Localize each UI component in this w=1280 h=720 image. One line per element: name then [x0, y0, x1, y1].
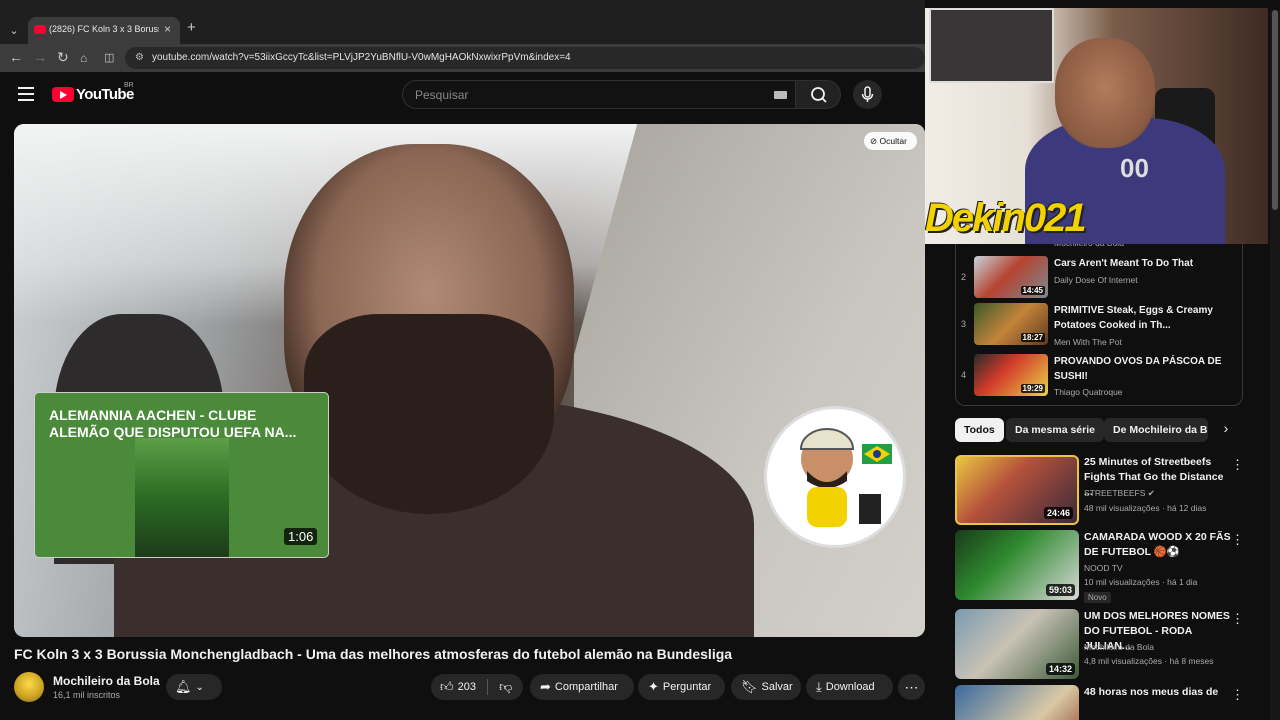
- more-actions-button[interactable]: ⋯: [898, 674, 925, 700]
- video-meta: 10 mil visualizações · há 1 dia: [1084, 577, 1198, 587]
- browser-toolbar: ← → ↻ ⌂ ◫ ⚙ youtube.com/watch?v=53iixGcc…: [0, 44, 925, 72]
- video-thumbnail: 24:46: [955, 455, 1079, 525]
- playlist-thumbnail: 18:27: [974, 303, 1048, 345]
- eye-off-icon: ⊘: [870, 136, 878, 146]
- channel-name[interactable]: Mochileiro da Bola: [53, 674, 160, 688]
- video-thumbnail: 14:32: [955, 609, 1079, 679]
- endscreen-channel-avatar[interactable]: [764, 406, 906, 548]
- new-tab-icon[interactable]: +: [187, 19, 196, 36]
- subscriber-count: 16,1 mil inscritos: [53, 690, 121, 700]
- more-horizontal-icon: ⋯: [904, 679, 919, 695]
- more-vertical-icon[interactable]: ⋮: [1231, 687, 1244, 703]
- playlist-item[interactable]: 2 14:45 Cars Aren't Meant To Do That Dai…: [956, 256, 1244, 304]
- streamer-logo-text: Dekin021: [925, 196, 1087, 240]
- recommended-video[interactable]: 48 horas nos meus dias de ⋮: [955, 685, 1245, 720]
- scrollbar-thumb[interactable]: [1272, 10, 1278, 210]
- bookmark-icon: 🔖︎: [741, 679, 758, 695]
- keyboard-icon[interactable]: [774, 91, 787, 99]
- chevron-down-icon: ⌄: [195, 682, 204, 693]
- video-player[interactable]: ⊘ Ocultar ALEMANNIA AACHEN - CLUBE ALEMÃ…: [14, 124, 925, 637]
- sparkle-icon: ✦: [648, 679, 659, 695]
- share-button[interactable]: ➦ Compartilhar: [530, 674, 634, 700]
- jersey-number: 00: [1120, 153, 1149, 183]
- video-thumbnail: 59:03: [955, 530, 1079, 600]
- chip-all[interactable]: Todos: [955, 418, 1004, 442]
- recommended-video[interactable]: 24:46 25 Minutes of Streetbeefs Fights T…: [955, 455, 1245, 527]
- thumbs-down-icon[interactable]: 👎︎: [499, 674, 512, 700]
- more-vertical-icon[interactable]: ⋮: [1231, 532, 1244, 548]
- video-channel: Mochileiro da Bola: [1084, 642, 1154, 652]
- download-button[interactable]: ⤓ Download: [806, 674, 893, 700]
- reload-icon[interactable]: ↻: [57, 49, 69, 66]
- forward-icon[interactable]: →: [33, 49, 47, 65]
- endcard-thumbnail: [135, 438, 229, 557]
- endcard-title: ALEMANNIA AACHEN - CLUBE ALEMÃO QUE DISP…: [49, 407, 297, 440]
- url-text: youtube.com/watch?v=53iixGccyTc&list=PLV…: [152, 52, 571, 63]
- more-vertical-icon[interactable]: ⋮: [1231, 611, 1244, 627]
- tab-list-chevron-icon[interactable]: ⌄: [4, 22, 24, 40]
- split-view-icon[interactable]: ◫: [104, 51, 114, 64]
- playlist-thumbnail: 14:45: [974, 256, 1048, 298]
- youtube-play-icon: [52, 87, 74, 102]
- like-button[interactable]: 👍︎ 203: [440, 679, 476, 694]
- playlist-panel: Mochileiro da Bola 2 14:45 Cars Aren't M…: [955, 236, 1243, 406]
- playlist-item[interactable]: 4 19:29 PROVANDO OVOS DA PÁSCOA DE SUSHI…: [956, 354, 1244, 402]
- search-button[interactable]: [795, 80, 841, 109]
- playlist-thumbnail: 19:29: [974, 354, 1048, 396]
- video-thumbnail: [955, 685, 1079, 720]
- download-icon: ⤓: [816, 679, 822, 695]
- wall-poster: [929, 8, 1054, 83]
- like-count: 203: [457, 681, 476, 693]
- video-meta: 48 mil visualizações · há 12 dias: [1084, 503, 1207, 513]
- chevron-right-icon[interactable]: ›: [1217, 420, 1235, 440]
- video-title: CAMARADA WOOD X 20 FÃS DE FUTEBOL 🏀⚽: [1084, 531, 1231, 558]
- site-info-icon[interactable]: ⚙: [135, 52, 144, 63]
- video-title: 48 horas nos meus dias de: [1084, 686, 1219, 698]
- address-bar[interactable]: ⚙ youtube.com/watch?v=53iixGccyTc&list=P…: [125, 47, 925, 69]
- playlist-item[interactable]: 3 18:27 PRIMITIVE Steak, Eggs & Creamy P…: [956, 303, 1244, 351]
- region-code: BR: [124, 82, 134, 89]
- new-badge: Novo: [1084, 592, 1111, 603]
- recommended-video[interactable]: 59:03 CAMARADA WOOD X 20 FÃS DE FUTEBOL …: [955, 530, 1245, 603]
- back-icon[interactable]: ←: [9, 49, 23, 65]
- search-input[interactable]: Pesquisar: [402, 80, 796, 109]
- ask-button[interactable]: ✦ Perguntar: [638, 674, 725, 700]
- cartoon-avatar-icon: [799, 428, 892, 527]
- tab-close-icon[interactable]: ×: [164, 22, 171, 36]
- video-channel: STREETBEEFS ✔: [1084, 488, 1155, 498]
- share-icon: ➦: [540, 679, 551, 695]
- endcard-duration: 1:06: [284, 528, 318, 545]
- bell-icon: 🔔︎: [175, 679, 192, 695]
- search-placeholder: Pesquisar: [415, 88, 469, 102]
- browser-tab-bar: ⌄ (2826) FC Koln 3 x 3 Borussia M × +: [0, 0, 925, 44]
- channel-avatar[interactable]: [14, 672, 44, 702]
- recommended-video[interactable]: 14:32 UM DOS MELHORES NOMES DO FUTEBOL -…: [955, 609, 1245, 681]
- home-icon[interactable]: ⌂: [80, 51, 87, 65]
- microphone-icon: [861, 86, 874, 102]
- thumbs-up-icon: 👍︎: [440, 679, 454, 695]
- chip-same-series[interactable]: Da mesma série: [1006, 418, 1104, 442]
- streamer-face: [1055, 38, 1155, 148]
- youtube-logo[interactable]: YouTube BR: [52, 82, 142, 105]
- search-icon: [811, 87, 827, 103]
- endscreen-video-card[interactable]: ALEMANNIA AACHEN - CLUBE ALEMÃO QUE DISP…: [34, 392, 329, 558]
- notification-bell-button[interactable]: 🔔︎ ⌄: [166, 674, 222, 700]
- menu-icon[interactable]: [18, 87, 34, 101]
- save-button[interactable]: 🔖︎ Salvar: [731, 674, 801, 700]
- hide-endscreen-button[interactable]: ⊘ Ocultar: [864, 132, 917, 150]
- more-vertical-icon[interactable]: ⋮: [1231, 457, 1244, 473]
- chip-from-channel[interactable]: De Mochileiro da Bola: [1104, 418, 1208, 442]
- video-channel: NOOD TV: [1084, 563, 1123, 573]
- voice-search-button[interactable]: [853, 80, 882, 109]
- video-title: FC Koln 3 x 3 Borussia Monchengladbach -…: [14, 646, 733, 662]
- like-dislike-group: 👍︎ 203 👎︎: [431, 674, 523, 700]
- browser-tab[interactable]: (2826) FC Koln 3 x 3 Borussia M ×: [28, 17, 180, 44]
- streamer-webcam-overlay: 00 Dekin021: [925, 8, 1268, 244]
- tab-title: (2826) FC Koln 3 x 3 Borussia M: [49, 24, 159, 34]
- youtube-favicon-icon: [34, 25, 46, 34]
- video-meta: 4,8 mil visualizações · há 8 meses: [1084, 656, 1214, 666]
